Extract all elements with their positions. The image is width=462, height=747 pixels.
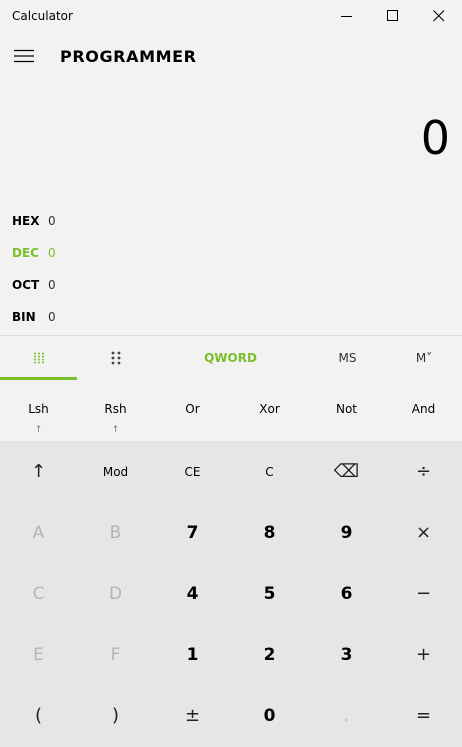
mod-key[interactable]: Mod [77, 441, 154, 502]
radix-label: OCT [12, 278, 40, 292]
xor-button[interactable]: Xor [231, 381, 308, 441]
minimize-button[interactable] [324, 0, 370, 32]
digit-0-key[interactable]: 0 [231, 685, 308, 746]
digit-2-key[interactable]: 2 [231, 624, 308, 685]
and-button[interactable]: And [385, 381, 462, 441]
maximize-button[interactable] [370, 0, 416, 32]
radix-value: 0 [48, 278, 56, 292]
hex-d-key: D [108, 583, 123, 604]
divide-key[interactable]: ÷ [385, 441, 462, 502]
close-icon [433, 10, 445, 22]
hex-f-key: F [110, 644, 121, 665]
radix-row-bin[interactable]: BIN 0 [12, 305, 442, 329]
negate-key[interactable]: ± [154, 685, 231, 746]
radix-row-dec[interactable]: DEC 0 [12, 241, 442, 265]
maximize-icon [387, 10, 398, 21]
programmer-toolbar: QWORD MS M˅ [0, 336, 462, 380]
full-keypad-icon [33, 352, 44, 364]
memory-list-button[interactable]: M˅ [386, 336, 462, 380]
keypad: ↑ Mod CE C ⌫ ÷ A B 7 8 9 × C D 4 5 6 − E… [0, 441, 462, 747]
lsh-button[interactable]: Lsh ↑ [0, 381, 77, 441]
or-label: Or [185, 402, 200, 416]
full-keypad-button[interactable] [0, 336, 77, 380]
subtract-key[interactable]: − [385, 563, 462, 624]
radix-value: 0 [48, 246, 56, 260]
radix-row-oct[interactable]: OCT 0 [12, 273, 442, 297]
digit-7-key[interactable]: 7 [154, 502, 231, 563]
result-display: 0 [420, 111, 450, 165]
shift-indicator-icon: ↑ [111, 425, 120, 435]
radix-label: HEX [12, 214, 40, 228]
hamburger-menu-button[interactable] [4, 36, 44, 76]
equals-key[interactable]: = [385, 685, 462, 746]
close-paren-key[interactable]: ) [77, 685, 154, 746]
hex-e-key: E [33, 644, 44, 665]
decimal-key: . [343, 705, 350, 726]
title-bar: Calculator [0, 0, 462, 32]
digit-9-key[interactable]: 9 [308, 502, 385, 563]
shift-indicator-icon: ↑ [34, 425, 43, 435]
and-label: And [411, 402, 436, 416]
bit-toggle-keypad-icon [111, 351, 120, 365]
mode-title: PROGRAMMER [60, 47, 197, 66]
multiply-key[interactable]: × [385, 502, 462, 563]
digit-6-key[interactable]: 6 [308, 563, 385, 624]
bit-toggle-keypad-button[interactable] [77, 336, 154, 380]
radix-value: 0 [48, 214, 56, 228]
close-button[interactable] [416, 0, 462, 32]
hamburger-menu-icon [14, 49, 34, 63]
radix-label: DEC [12, 246, 39, 260]
digit-1-key[interactable]: 1 [154, 624, 231, 685]
add-key[interactable]: + [385, 624, 462, 685]
not-button[interactable]: Not [308, 381, 385, 441]
shift-key[interactable]: ↑ [0, 441, 77, 502]
app-header: PROGRAMMER [0, 36, 462, 76]
hex-a-key: A [32, 522, 45, 543]
window-title: Calculator [12, 9, 73, 23]
digit-4-key[interactable]: 4 [154, 563, 231, 624]
xor-label: Xor [259, 402, 280, 416]
minimize-icon [341, 16, 352, 17]
radix-label: BIN [12, 310, 36, 324]
lsh-label: Lsh [28, 402, 49, 416]
open-paren-key[interactable]: ( [0, 685, 77, 746]
digit-3-key[interactable]: 3 [308, 624, 385, 685]
backspace-key[interactable]: ⌫ [308, 441, 385, 502]
hex-c-key: C [32, 583, 45, 604]
hex-b-key: B [109, 522, 122, 543]
digit-8-key[interactable]: 8 [231, 502, 308, 563]
clear-entry-key[interactable]: CE [154, 441, 231, 502]
word-size-button[interactable]: QWORD [192, 336, 269, 380]
or-button[interactable]: Or [154, 381, 231, 441]
rsh-label: Rsh [104, 402, 127, 416]
clear-key[interactable]: C [231, 441, 308, 502]
digit-5-key[interactable]: 5 [231, 563, 308, 624]
not-label: Not [335, 402, 358, 416]
memory-store-button[interactable]: MS [309, 336, 386, 380]
radix-row-hex[interactable]: HEX 0 [12, 209, 442, 233]
radix-value: 0 [48, 310, 56, 324]
rsh-button[interactable]: Rsh ↑ [77, 381, 154, 441]
active-tab-indicator [0, 377, 77, 380]
bitwise-ops-row: Lsh ↑ Rsh ↑ Or Xor Not And [0, 381, 462, 441]
